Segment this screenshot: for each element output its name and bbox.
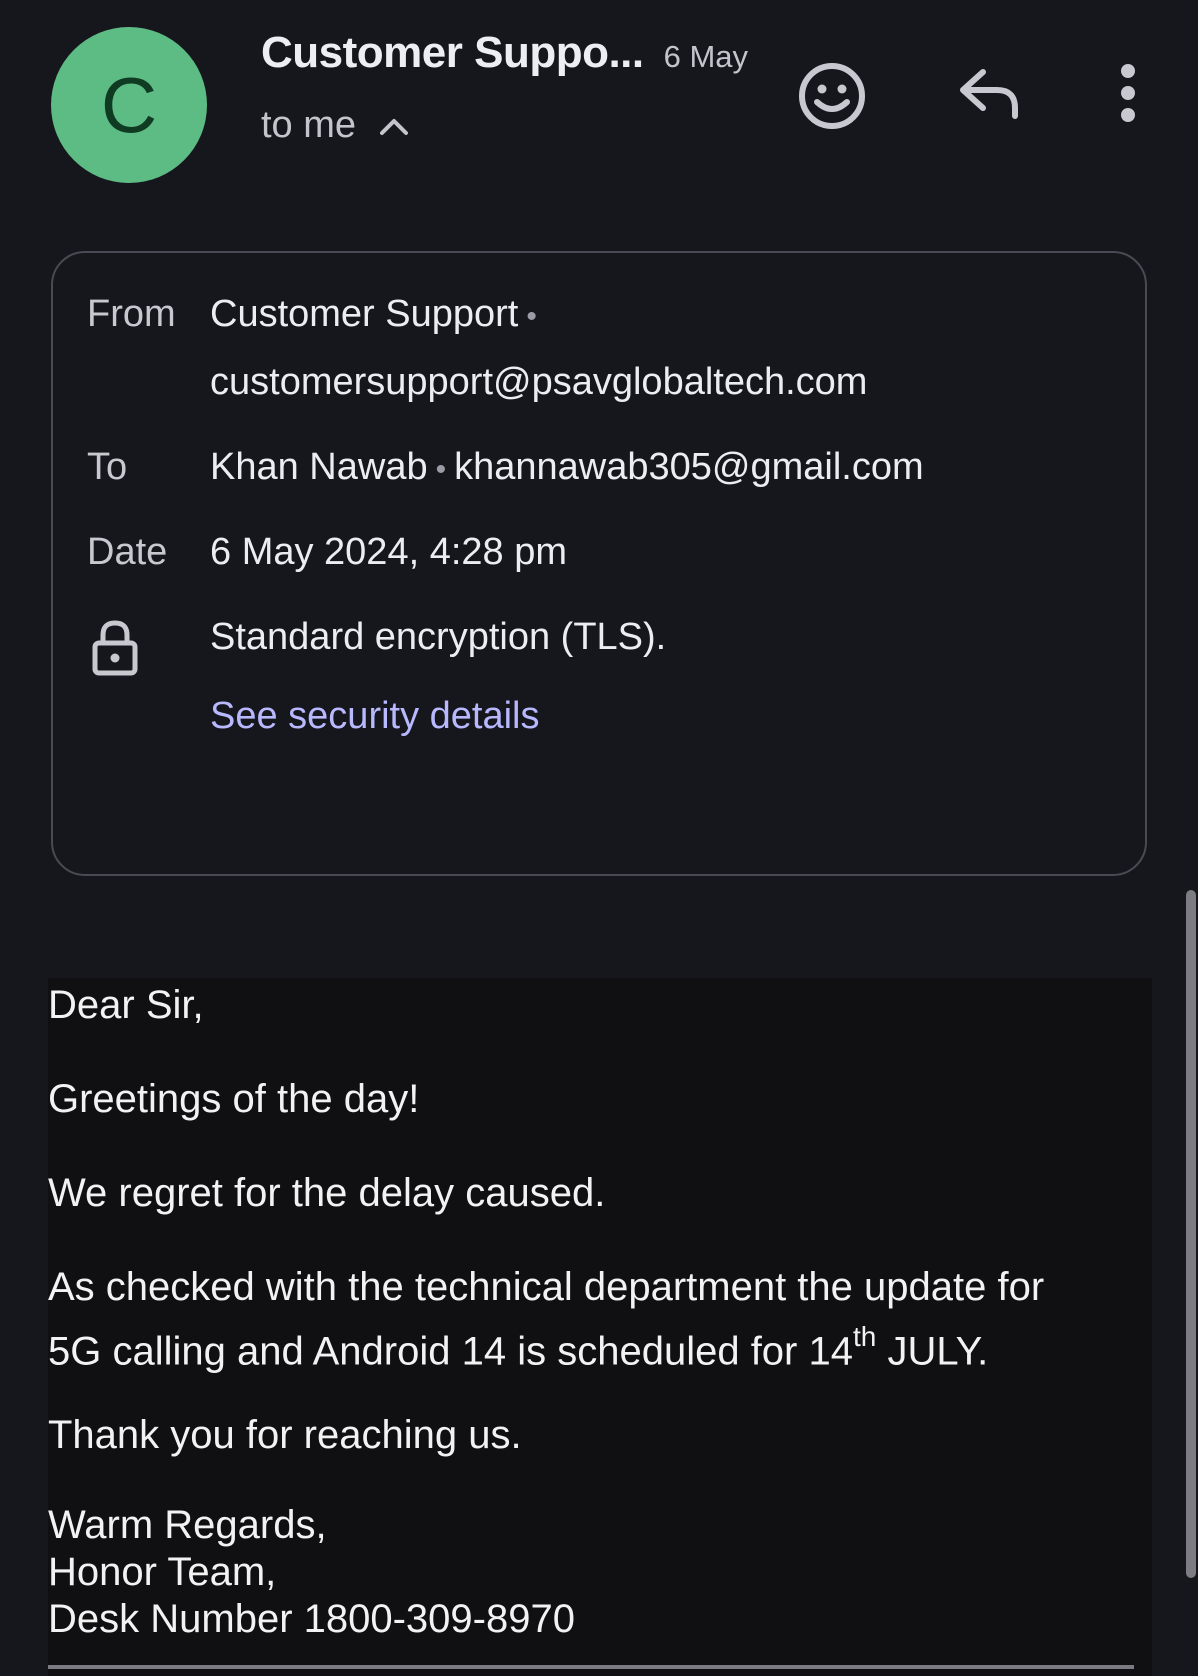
body-line-thanks: Thank you for reaching us. [48, 1413, 522, 1457]
more-vert-icon [1121, 64, 1135, 122]
update-month: JULY. [876, 1329, 989, 1374]
from-name[interactable]: Customer Support [210, 293, 518, 335]
encryption-text: Standard encryption (TLS). [210, 616, 667, 658]
body-line-greetings: Greetings of the day! [48, 1077, 420, 1121]
body-line-update-1: As checked with the technical department… [48, 1265, 1045, 1309]
message-date: 6 May [663, 39, 749, 74]
reply-icon [960, 69, 1018, 119]
sender-name[interactable]: Customer Suppo... [261, 28, 644, 78]
to-label: To [87, 446, 128, 488]
body-line-regret: We regret for the delay caused. [48, 1171, 606, 1215]
signature-team: Honor Team, [48, 1550, 277, 1594]
avatar-letter: C [100, 60, 158, 149]
chevron-up-icon [378, 115, 410, 137]
to-name[interactable]: Khan Nawab [210, 446, 428, 488]
security-details-link[interactable]: See security details [210, 695, 540, 738]
add-reaction-icon [799, 63, 865, 129]
more-options-button[interactable] [1110, 58, 1146, 128]
body-line-update-2: 5G calling and Android 14 is scheduled f… [48, 1314, 1044, 1378]
add-reaction-button[interactable] [790, 54, 874, 138]
email-view: C Customer Suppo... 6 May to me From Cus… [0, 0, 1198, 1676]
greeting: Dear Sir, [48, 983, 204, 1027]
from-email[interactable]: customersupport@psavglobaltech.com [210, 361, 867, 404]
to-email[interactable]: khannawab305@gmail.com [454, 446, 924, 488]
scrollbar[interactable] [1186, 890, 1196, 1578]
recipient-summary: to me [261, 104, 357, 146]
sender-avatar[interactable]: C [51, 27, 207, 183]
update-text: 5G calling and Android 14 is scheduled f… [48, 1329, 853, 1374]
sender-line: Customer Suppo... 6 May [261, 28, 748, 78]
from-label: From [87, 293, 176, 335]
body-line-update: As checked with the technical department… [48, 1260, 1044, 1378]
to-row: Khan Nawab • khannawab305@gmail.com [210, 446, 924, 489]
date-label: Date [87, 531, 168, 573]
separator-dot: • [526, 300, 537, 333]
date-value: 6 May 2024, 4:28 pm [210, 531, 567, 573]
ordinal-suffix: th [852, 1321, 877, 1352]
signature-desk-number[interactable]: Desk Number 1800-309-8970 [48, 1596, 575, 1643]
divider [48, 1665, 1134, 1669]
signature: Warm Regards, Honor Team, Desk Number 18… [48, 1502, 575, 1643]
message-body: Dear Sir, Greetings of the day! We regre… [48, 978, 1152, 1676]
recipient-toggle[interactable]: to me [261, 104, 410, 147]
message-details-card: From Customer Support • customersupport@p… [51, 251, 1147, 876]
lock-icon [92, 620, 138, 676]
from-row: Customer Support • [210, 293, 545, 336]
reply-button[interactable] [950, 58, 1030, 128]
signature-regards: Warm Regards, [48, 1503, 327, 1547]
separator-dot: • [435, 453, 447, 486]
